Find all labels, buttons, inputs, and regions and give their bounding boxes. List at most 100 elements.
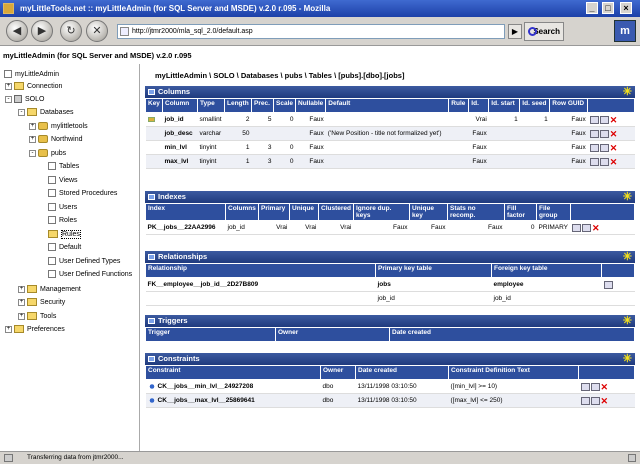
properties-icon[interactable]	[580, 396, 590, 405]
panel-title: Relationships	[158, 252, 208, 261]
properties-icon[interactable]	[603, 280, 613, 289]
folder-icon	[27, 285, 37, 294]
script-icon[interactable]	[590, 382, 600, 391]
expand-icon[interactable]: +	[18, 312, 25, 320]
tree-users[interactable]: Users	[48, 202, 77, 214]
col-header: Type	[197, 98, 225, 113]
col-header: Default	[325, 98, 450, 113]
column-type: smallint	[197, 112, 225, 127]
tree-security[interactable]: + Security	[18, 297, 65, 309]
close-window-button[interactable]: ×	[620, 2, 632, 14]
search-button[interactable]: Search	[524, 22, 564, 41]
edit-icon[interactable]	[599, 129, 609, 138]
delete-icon[interactable]: ✕	[610, 143, 618, 152]
tree-default[interactable]: Default	[48, 242, 81, 254]
expand-icon[interactable]: +	[5, 82, 12, 90]
tree-server[interactable]: - SOLO	[5, 94, 44, 106]
url-input[interactable]: http://jtmr2000/mla_sql_2.0/default.asp	[117, 24, 505, 39]
tree-tables[interactable]: Tables	[48, 161, 79, 173]
tree-root[interactable]: myLittleAdmin	[4, 69, 59, 81]
edit-icon[interactable]	[599, 157, 609, 166]
key-cell	[145, 140, 163, 155]
tree-label: Rules	[61, 230, 81, 239]
tree-management[interactable]: + Management	[18, 284, 81, 296]
expand-icon[interactable]: +	[5, 325, 12, 333]
minimize-button[interactable]: _	[586, 2, 598, 14]
column-rule	[448, 154, 469, 169]
delete-icon[interactable]: ✕	[610, 157, 618, 166]
tree-udf[interactable]: User Defined Functions	[48, 269, 132, 281]
delete-icon[interactable]: ✕	[610, 129, 618, 138]
maximize-button[interactable]: □	[602, 2, 614, 14]
search-icon	[528, 27, 537, 36]
tree-preferences[interactable]: + Preferences	[5, 324, 65, 336]
collapse-icon[interactable]: -	[5, 95, 12, 103]
expand-icon[interactable]: +	[18, 285, 25, 293]
delete-icon[interactable]: ✕	[610, 115, 618, 124]
col-header: Rule	[448, 98, 470, 113]
column-rule	[448, 112, 469, 127]
reload-button[interactable]: ↻	[60, 20, 82, 42]
go-button[interactable]: ▶	[508, 24, 522, 39]
window-titlebar: myLittleTools.net :: myLittleAdmin (for …	[0, 0, 640, 17]
properties-icon[interactable]	[589, 129, 599, 138]
tree-tools[interactable]: + Tools	[18, 311, 56, 323]
col-header: Owner	[275, 327, 390, 342]
properties-icon[interactable]	[589, 115, 599, 124]
tree-db-mylittletools[interactable]: + mylittletools	[29, 121, 88, 133]
table-header-row: Key Column Type Length Prec. Scale Nulla…	[145, 98, 635, 113]
stop-button[interactable]: ✕	[86, 20, 108, 42]
rebuild-icon[interactable]	[582, 223, 591, 232]
properties-icon[interactable]	[589, 143, 599, 152]
table-row: max_lvl tinyint 1 3 0 Faux Faux Faux ✕	[145, 154, 635, 169]
tree-procs[interactable]: Stored Procedures	[48, 188, 117, 200]
expand-icon[interactable]: +	[29, 122, 36, 130]
index-stats: Faux	[447, 220, 505, 235]
add-trigger-icon[interactable]: ✳	[623, 315, 632, 327]
collapse-icon[interactable]: -	[29, 149, 36, 157]
add-constraint-icon[interactable]: ✳	[623, 353, 632, 365]
col-header: Stats no recomp.	[447, 203, 505, 221]
folder-icon	[14, 325, 24, 334]
script-icon[interactable]	[590, 396, 600, 405]
tree-databases[interactable]: - Databases	[18, 107, 73, 119]
tree-udt[interactable]: User Defined Types	[48, 256, 120, 268]
tree-db-northwind[interactable]: + Northwind	[29, 134, 83, 146]
delete-icon[interactable]: ✕	[601, 382, 609, 391]
collapse-icon[interactable]: -	[18, 108, 25, 116]
back-button[interactable]: ◀	[6, 20, 28, 42]
triggers-header: Triggers ✳	[145, 315, 635, 327]
properties-icon[interactable]	[572, 223, 581, 232]
tree-connection[interactable]: + Connection	[5, 81, 62, 93]
delete-icon[interactable]: ✕	[592, 223, 600, 232]
edit-icon[interactable]	[599, 143, 609, 152]
constraint-name: CK__jobs__min_lvl__24927208	[157, 383, 254, 391]
tree-db-pubs[interactable]: - pubs	[29, 148, 66, 160]
col-header: Date created	[355, 365, 449, 380]
folder-icon	[27, 108, 37, 117]
edit-icon[interactable]	[599, 115, 609, 124]
column-default	[325, 140, 449, 155]
add-column-icon[interactable]: ✳	[623, 86, 632, 98]
column-scale: 0	[273, 112, 296, 127]
tree-rules[interactable]: Rules	[48, 229, 81, 241]
delete-icon[interactable]: ✕	[601, 396, 609, 405]
tree-label: Roles	[59, 217, 77, 224]
add-index-icon[interactable]: ✳	[623, 191, 632, 203]
forward-button[interactable]: ▶	[31, 20, 53, 42]
key-cell	[145, 112, 163, 127]
column-rule	[448, 140, 469, 155]
tree-views[interactable]: Views	[48, 175, 78, 187]
properties-icon[interactable]	[580, 382, 590, 391]
expand-icon[interactable]: +	[18, 298, 25, 306]
column-id-start	[488, 126, 520, 141]
indexes-table: Index Columns Primary Unique Clustered I…	[145, 203, 635, 235]
col-header-actions	[601, 263, 635, 278]
table-row: job_desc varchar 50 Faux ('New Position …	[145, 126, 635, 141]
properties-icon[interactable]	[589, 157, 599, 166]
col-header: Column	[162, 98, 198, 113]
tree-roles[interactable]: Roles	[48, 215, 77, 227]
expand-icon[interactable]: +	[29, 135, 36, 143]
constraints-header: Constraints ✳	[145, 353, 635, 365]
add-relationship-icon[interactable]: ✳	[623, 251, 632, 263]
